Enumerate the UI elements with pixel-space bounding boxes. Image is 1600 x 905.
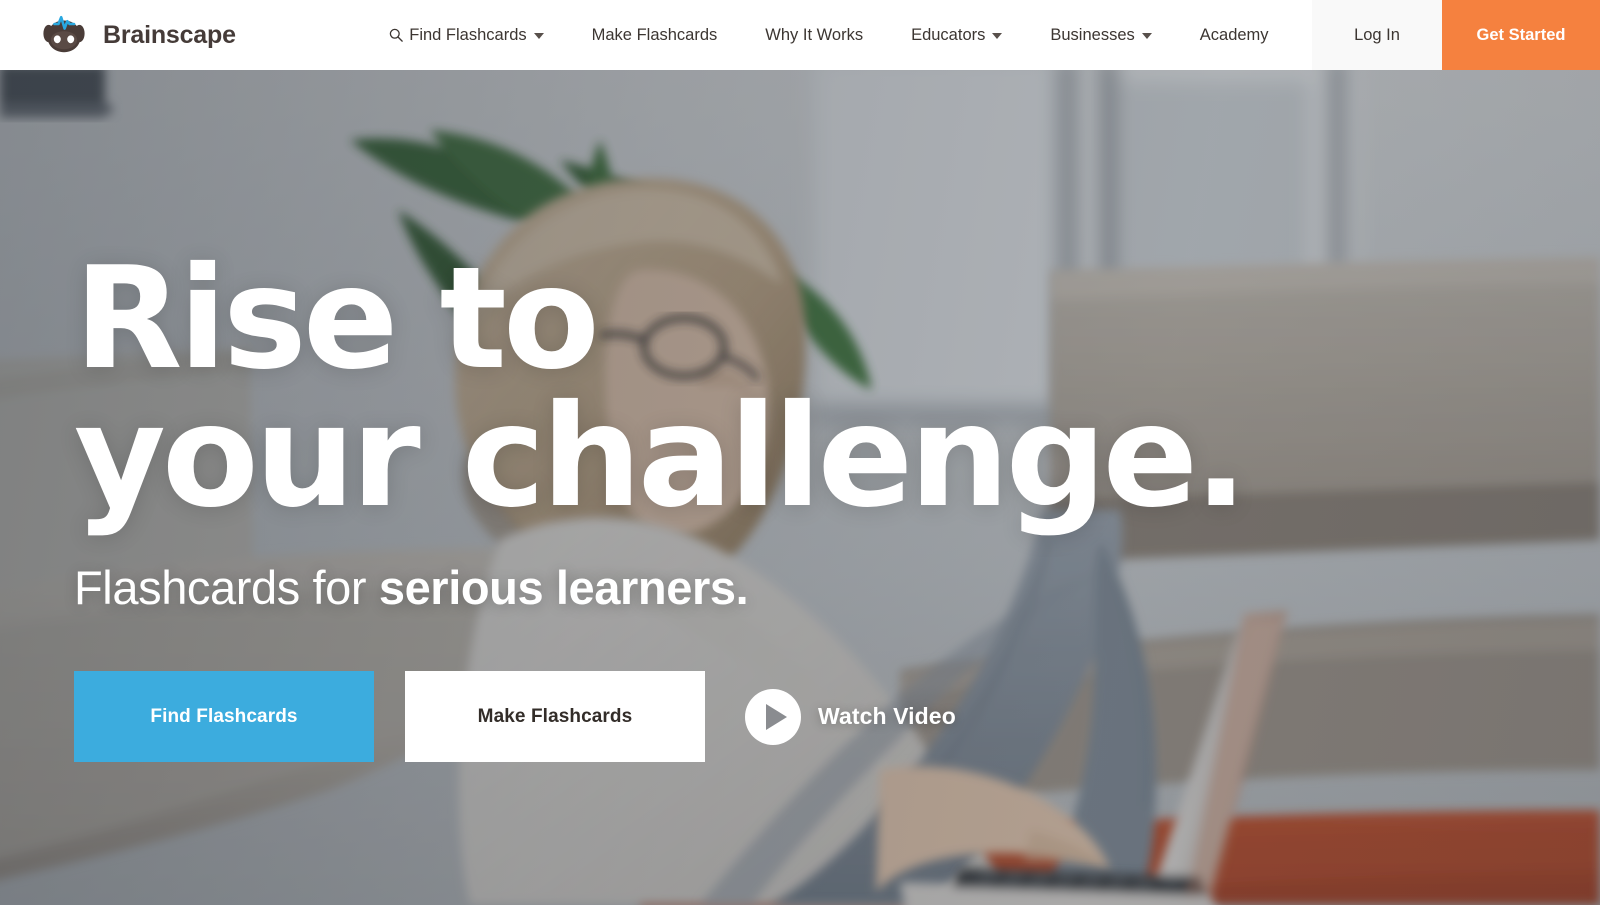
login-button[interactable]: Log In	[1312, 0, 1442, 70]
nav-item-businesses[interactable]: Businesses	[1026, 0, 1175, 70]
subheadline-bold: serious learners.	[378, 561, 749, 615]
nav-item-find-flashcards[interactable]: Find Flashcards	[365, 0, 567, 70]
hero-section: Rise to your challenge. Flashcards for s…	[0, 70, 1600, 905]
chevron-down-icon	[533, 33, 544, 39]
chevron-down-icon	[992, 33, 1003, 39]
nav-item-label: Educators	[911, 25, 986, 44]
nav-item-academy[interactable]: Academy	[1176, 0, 1293, 70]
subheadline-plain: Flashcards for	[74, 561, 379, 615]
search-icon	[389, 28, 404, 42]
hero-subheadline: Flashcards for serious learners.	[74, 560, 1324, 615]
nav-item-label: Find Flashcards	[409, 25, 527, 44]
brand-logo-link[interactable]: Brainscape	[0, 0, 236, 70]
find-flashcards-button[interactable]: Find Flashcards	[74, 671, 374, 763]
make-flashcards-button[interactable]: Make Flashcards	[405, 671, 705, 763]
nav-item-label: Businesses	[1050, 25, 1135, 44]
top-navigation-bar: Brainscape Find Flashcards Make Flashcar…	[0, 0, 1600, 70]
headline-line-1: Rise to	[74, 237, 600, 401]
nav-item-educators[interactable]: Educators	[887, 0, 1026, 70]
watch-video-label: Watch Video	[818, 703, 956, 730]
nav-item-label: Make Flashcards	[591, 25, 718, 44]
play-triangle-icon	[745, 688, 801, 745]
brainscape-mascot-icon	[38, 11, 90, 59]
primary-nav-links: Find Flashcards Make Flashcards Why It W…	[236, 0, 1312, 70]
nav-item-why-it-works[interactable]: Why It Works	[741, 0, 887, 70]
headline-line-2: your challenge.	[74, 375, 1248, 540]
hero-cta-group: Find Flashcards Make Flashcards Watch Vi…	[74, 671, 1324, 763]
watch-video-button[interactable]: Watch Video	[745, 688, 956, 745]
hero-content: Rise to your challenge. Flashcards for s…	[74, 237, 1324, 763]
nav-item-make-flashcards[interactable]: Make Flashcards	[568, 0, 742, 70]
brand-name: Brainscape	[103, 20, 236, 49]
nav-item-label: Academy	[1199, 25, 1269, 44]
chevron-down-icon	[1141, 33, 1152, 39]
nav-item-label: Why It Works	[765, 25, 864, 44]
get-started-button[interactable]: Get Started	[1442, 0, 1600, 70]
page-title: Rise to your challenge.	[74, 237, 1324, 540]
